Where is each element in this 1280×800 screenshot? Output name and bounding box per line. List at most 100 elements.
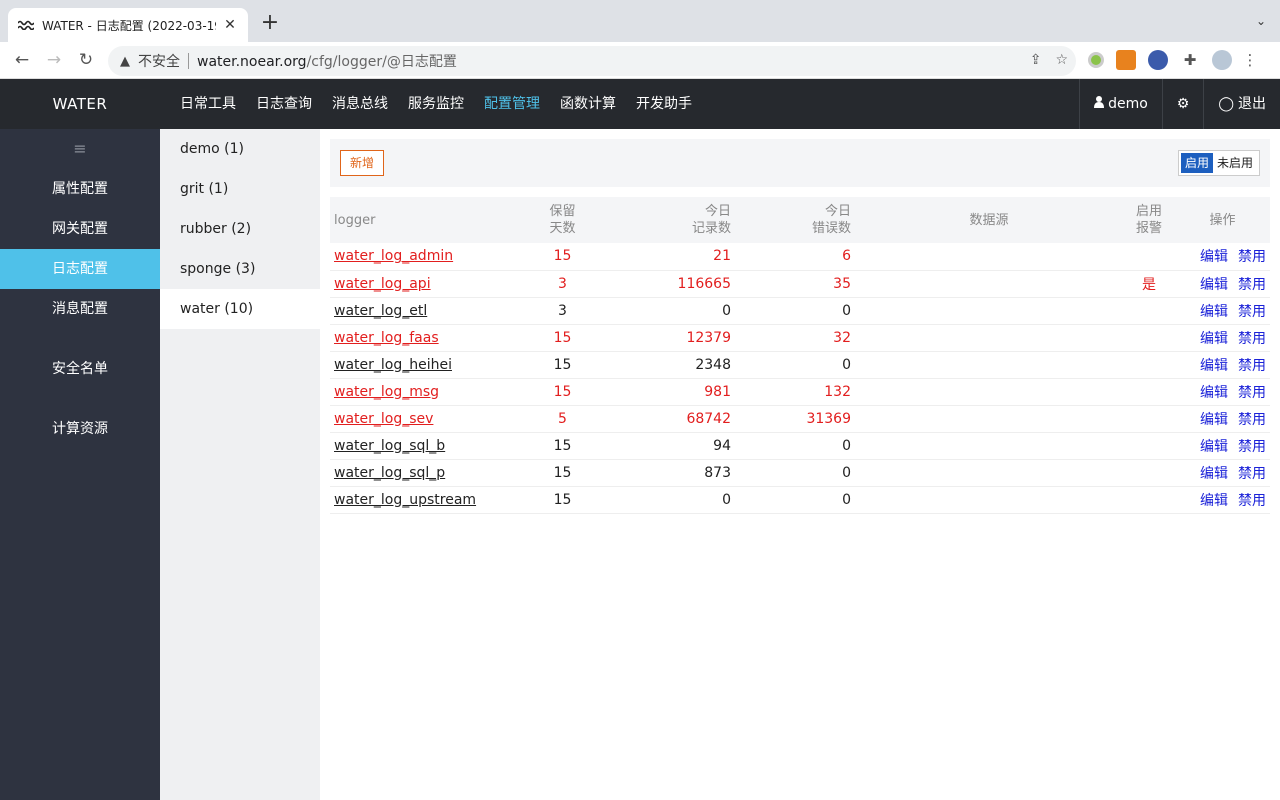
errors-cell: 0 (735, 351, 855, 379)
disable-link[interactable]: 禁用 (1238, 358, 1266, 374)
logger-name-link[interactable]: water_log_sev (334, 411, 433, 427)
menu-toggle-icon[interactable]: ≡ (0, 129, 160, 169)
edit-link[interactable]: 编辑 (1200, 439, 1228, 455)
fox-extension-icon[interactable] (1116, 50, 1136, 70)
add-button[interactable]: 新增 (340, 150, 385, 176)
edit-link[interactable]: 编辑 (1200, 412, 1228, 428)
group-item-water[interactable]: water (10) (160, 289, 320, 329)
edit-link[interactable]: 编辑 (1200, 304, 1228, 320)
logger-name-link[interactable]: water_log_heihei (334, 357, 452, 373)
days-cell: 15 (530, 486, 595, 514)
sidebar-item-message[interactable]: 消息配置 (0, 289, 160, 329)
logger-name-cell: water_log_faas (330, 324, 530, 352)
edit-link[interactable]: 编辑 (1200, 493, 1228, 509)
avatar[interactable] (1212, 50, 1232, 70)
disable-link[interactable]: 禁用 (1238, 466, 1266, 482)
disable-link[interactable]: 禁用 (1238, 493, 1266, 509)
table-row: water_log_msg 15 981 132 编辑 禁用 (330, 378, 1270, 406)
nav-item-message-bus[interactable]: 消息总线 (322, 79, 398, 129)
sidebar-item-properties[interactable]: 属性配置 (0, 169, 160, 209)
sidebar-item-resources[interactable]: 计算资源 (0, 409, 160, 449)
edit-link[interactable]: 编辑 (1200, 249, 1228, 265)
ops-cell: 编辑 禁用 (1175, 324, 1270, 352)
table-row: water_log_heihei 15 2348 0 编辑 禁用 (330, 351, 1270, 379)
ops-cell: 编辑 禁用 (1175, 486, 1270, 514)
nav-item-monitor[interactable]: 服务监控 (398, 79, 474, 129)
extensions: ✚ ⋮ (1088, 50, 1258, 70)
back-icon[interactable]: ← (10, 48, 34, 72)
edit-link[interactable]: 编辑 (1200, 277, 1228, 293)
puzzle-icon[interactable]: ✚ (1180, 50, 1200, 70)
settings-button[interactable]: ⚙ (1161, 79, 1204, 129)
group-item-rubber[interactable]: rubber (2) (160, 209, 320, 249)
sidebar-item-gateway[interactable]: 网关配置 (0, 209, 160, 249)
disable-link[interactable]: 禁用 (1238, 412, 1266, 428)
logger-name-link[interactable]: water_log_api (334, 276, 431, 292)
logger-name-link[interactable]: water_log_sql_b (334, 438, 445, 454)
nav-item-log-query[interactable]: 日志查询 (246, 79, 322, 129)
days-cell: 15 (530, 243, 595, 271)
table-row: water_log_sql_b 15 94 0 编辑 禁用 (330, 432, 1270, 460)
share-icon[interactable]: ⇪ (1030, 52, 1042, 68)
logger-name-link[interactable]: water_log_admin (334, 248, 453, 264)
nav-item-dev-helper[interactable]: 开发助手 (626, 79, 702, 129)
source-cell (855, 459, 1123, 487)
edit-link[interactable]: 编辑 (1200, 331, 1228, 347)
sidebar-item-whitelist[interactable]: 安全名单 (0, 349, 160, 389)
nav-item-tools[interactable]: 日常工具 (170, 79, 246, 129)
extension-green-icon[interactable] (1088, 52, 1104, 68)
logger-name-link[interactable]: water_log_upstream (334, 492, 476, 508)
chevron-down-icon[interactable]: ⌄ (1256, 14, 1266, 28)
user-icon (1094, 79, 1105, 129)
group-item-demo[interactable]: demo (1) (160, 129, 320, 169)
col-days: 保留 天数 (530, 197, 595, 243)
logout-button[interactable]: ◯ 退出 (1203, 79, 1280, 129)
disable-link[interactable]: 禁用 (1238, 439, 1266, 455)
edit-link[interactable]: 编辑 (1200, 466, 1228, 482)
water-wave-icon (18, 17, 34, 33)
star-icon[interactable]: ☆ (1055, 52, 1068, 68)
alarm-cell (1123, 351, 1175, 379)
logger-name-link[interactable]: water_log_faas (334, 330, 439, 346)
user-menu[interactable]: demo (1079, 79, 1162, 129)
disable-link[interactable]: 禁用 (1238, 331, 1266, 347)
filter-disabled[interactable]: 未启用 (1213, 153, 1257, 173)
logger-name-link[interactable]: water_log_etl (334, 303, 427, 319)
days-cell: 15 (530, 432, 595, 460)
filter-enabled[interactable]: 启用 (1180, 153, 1213, 173)
edit-link[interactable]: 编辑 (1200, 358, 1228, 374)
browser-tab[interactable]: WATER - 日志配置 (2022-03-19 ✕ (8, 8, 248, 42)
disable-link[interactable]: 禁用 (1238, 385, 1266, 401)
group-item-sponge[interactable]: sponge (3) (160, 249, 320, 289)
col-errors-line1: 今日 (824, 204, 851, 219)
edit-link[interactable]: 编辑 (1200, 385, 1228, 401)
sidebar-item-logger[interactable]: 日志配置 (0, 249, 160, 289)
source-cell (855, 378, 1123, 406)
forward-icon[interactable]: → (42, 48, 66, 72)
logger-name-link[interactable]: water_log_sql_p (334, 465, 445, 481)
disable-link[interactable]: 禁用 (1238, 304, 1266, 320)
address-bar[interactable]: ▲ 不安全 water.noear.org/cfg/logger/@日志配置 ⇪… (108, 46, 1076, 76)
disable-link[interactable]: 禁用 (1238, 277, 1266, 293)
main-content: 新增 启用 未启用 logger 保留 天数 今日 记录数 今日 错误数 数据源 启用… (320, 129, 1280, 800)
group-item-grit[interactable]: grit (1) (160, 169, 320, 209)
alarm-cell: 是 (1123, 270, 1175, 298)
table-row: water_log_sql_p 15 873 0 编辑 禁用 (330, 459, 1270, 487)
reload-icon[interactable]: ↻ (74, 48, 98, 72)
disable-link[interactable]: 禁用 (1238, 249, 1266, 265)
close-icon[interactable]: ✕ (222, 17, 238, 33)
records-cell: 116665 (595, 270, 735, 298)
more-icon[interactable]: ⋮ (1243, 50, 1258, 70)
source-cell (855, 351, 1123, 379)
extension-blue-icon[interactable] (1148, 50, 1168, 70)
source-cell (855, 324, 1123, 352)
new-tab-icon[interactable]: + (258, 12, 282, 36)
nav-item-config[interactable]: 配置管理 (474, 79, 550, 129)
logger-name-link[interactable]: water_log_msg (334, 384, 439, 400)
app-logo[interactable]: WATER (0, 79, 160, 129)
days-cell: 15 (530, 324, 595, 352)
nav-item-faas[interactable]: 函数计算 (550, 79, 626, 129)
table-row: water_log_api 3 116665 35 是编辑 禁用 (330, 270, 1270, 298)
alarm-cell (1123, 378, 1175, 406)
